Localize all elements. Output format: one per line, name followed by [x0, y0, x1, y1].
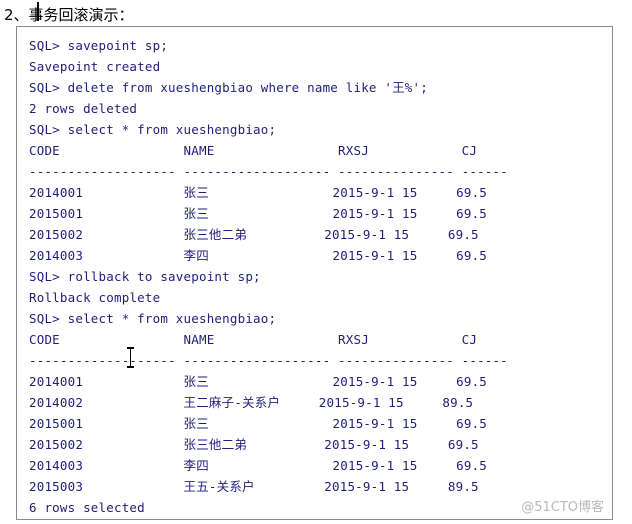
watermark: @51CTO博客 [521, 500, 604, 515]
code-line: 2014001 张三 2015-9-1 15 69.5 [29, 185, 488, 200]
text-cursor [37, 2, 39, 21]
code-line: SQL> select * from xueshengbiao; [29, 311, 277, 326]
code-line: SQL> savepoint sp; [29, 38, 169, 53]
ibeam-cursor [127, 347, 134, 368]
page-title: 2、事务回滚演示： [4, 4, 134, 25]
code-line: 2 rows deleted [29, 101, 138, 116]
code-line: 2014001 张三 2015-9-1 15 69.5 [29, 374, 488, 389]
code-line: 2014003 李四 2015-9-1 15 69.5 [29, 458, 488, 473]
document-page: 2、事务回滚演示： SQL> savepoint sp; Savepoint c… [0, 0, 632, 524]
code-line: CODE NAME RXSJ CJ [29, 332, 478, 347]
code-line: ------------------- ------------------- … [29, 164, 508, 179]
code-line: SQL> select * from xueshengbiao; [29, 122, 277, 137]
code-line: SQL> rollback to savepoint sp; [29, 269, 261, 284]
code-line: ------------------- ------------------- … [29, 353, 508, 368]
code-line: 2015001 张三 2015-9-1 15 69.5 [29, 206, 488, 221]
heading-text: 2、事务回滚演示： [4, 6, 134, 24]
code-block: SQL> savepoint sp; Savepoint created SQL… [16, 26, 613, 520]
code-line: 2015002 张三他二弟 2015-9-1 15 69.5 [29, 437, 479, 452]
code-line: Rollback complete [29, 290, 161, 305]
code-line: 2014003 李四 2015-9-1 15 69.5 [29, 248, 488, 263]
code-line: SQL> delete from xueshengbiao where name… [29, 80, 428, 95]
code-lines-container: SQL> savepoint sp; Savepoint created SQL… [17, 27, 612, 518]
code-line: 2014002 王二麻子-关系户 2015-9-1 15 89.5 [29, 395, 474, 410]
code-line: 2015001 张三 2015-9-1 15 69.5 [29, 416, 488, 431]
code-line: 2015002 张三他二弟 2015-9-1 15 69.5 [29, 227, 479, 242]
code-line: 2015003 王五-关系户 2015-9-1 15 89.5 [29, 479, 479, 494]
code-line: Savepoint created [29, 59, 161, 74]
code-line: CODE NAME RXSJ CJ [29, 143, 478, 158]
